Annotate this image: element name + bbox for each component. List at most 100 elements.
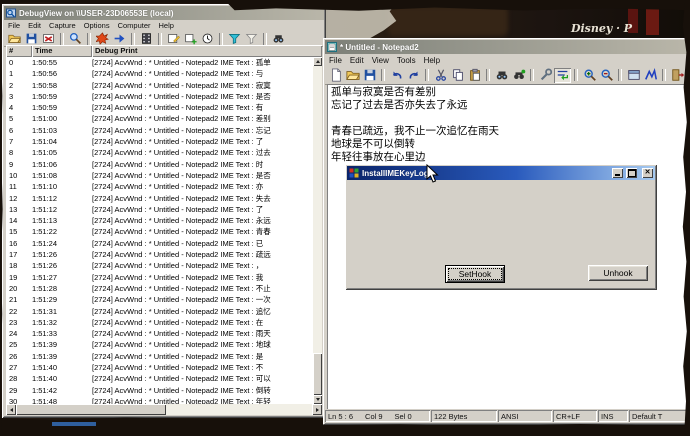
clock-icon[interactable] [199,31,216,46]
save-icon[interactable] [361,68,378,83]
maximize-icon[interactable] [626,168,637,178]
debug-log-row[interactable]: 61:51:03[2724] AcvWnd : * Untitled - Not… [6,125,313,136]
minimize-icon[interactable] [612,168,623,178]
status-mode[interactable]: INS [598,410,628,422]
status-scheme[interactable]: Default T [629,410,687,422]
debug-log-row[interactable]: 301:51:48[2724] AcvWnd : * Untitled - No… [6,396,313,404]
debug-log-row[interactable]: 291:51:42[2724] AcvWnd : * Untitled - No… [6,385,313,396]
open-icon[interactable] [344,68,361,83]
debug-log-row[interactable]: 51:51:00[2724] AcvWnd : * Untitled - Not… [6,113,313,124]
debug-log-row[interactable]: 181:51:26[2724] AcvWnd : * Untitled - No… [6,260,313,271]
scroll-up-icon[interactable] [313,57,322,66]
new-window-icon[interactable] [182,31,199,46]
menu-item-help[interactable]: Help [420,55,444,66]
menu-item-options[interactable]: Options [80,20,114,31]
debugview-vertical-scrollbar[interactable] [313,57,322,404]
debug-log-row[interactable]: 111:51:10[2724] AcvWnd : * Untitled - No… [6,181,313,192]
debug-log-row[interactable]: 201:51:28[2724] AcvWnd : * Untitled - No… [6,283,313,294]
paste-icon[interactable] [466,68,483,83]
debug-log-row[interactable]: 101:51:08[2724] AcvWnd : * Untitled - No… [6,170,313,181]
settings-icon[interactable] [625,68,642,83]
debug-log-row[interactable]: 241:51:33[2724] AcvWnd : * Untitled - No… [6,328,313,339]
save-icon[interactable] [23,31,40,46]
sethook-button[interactable]: SetHook [445,265,505,283]
debugview-horizontal-scrollbar[interactable] [6,404,322,415]
status-encoding[interactable]: ANSI [498,410,552,422]
replace-icon[interactable] [510,68,527,83]
unhook-button[interactable]: Unhook [588,265,648,281]
debug-log-row[interactable]: 121:51:12[2724] AcvWnd : * Untitled - No… [6,193,313,204]
scroll-down-icon[interactable] [313,395,322,404]
search-icon[interactable] [67,31,84,46]
highlight-icon[interactable] [243,31,260,46]
debug-log-row[interactable]: 231:51:32[2724] AcvWnd : * Untitled - No… [6,317,313,328]
scheme-icon[interactable] [642,68,659,83]
log-file-icon[interactable] [40,31,57,46]
debug-log-row[interactable]: 261:51:39[2724] AcvWnd : * Untitled - No… [6,351,313,362]
debug-log-row[interactable]: 141:51:13[2724] AcvWnd : * Untitled - No… [6,215,313,226]
capture-icon[interactable] [94,31,111,46]
dialog-titlebar[interactable]: InstallIMEKeyLog ✕ [347,166,655,180]
zoom-in-icon[interactable] [581,68,598,83]
menu-item-file[interactable]: File [4,20,24,31]
scroll-left-icon[interactable] [6,404,16,415]
edit-note-icon[interactable] [165,31,182,46]
menu-item-view[interactable]: View [368,55,393,66]
debug-log-row[interactable]: 171:51:26[2724] AcvWnd : * Untitled - No… [6,249,313,260]
horizontal-scroll-thumb[interactable] [16,404,166,415]
row-number: 18 [6,260,32,271]
debug-log-row[interactable]: 191:51:27[2724] AcvWnd : * Untitled - No… [6,272,313,283]
column-header-num[interactable]: # [6,45,32,57]
filter-icon[interactable] [226,31,243,46]
debug-log-row[interactable]: 211:51:29[2724] AcvWnd : * Untitled - No… [6,294,313,305]
wrench-icon[interactable] [537,68,554,83]
redo-icon[interactable] [405,68,422,83]
vertical-scroll-thumb[interactable] [313,353,322,395]
menu-item-file[interactable]: File [325,55,346,66]
menu-item-computer[interactable]: Computer [114,20,155,31]
boot-log-icon[interactable] [138,31,155,46]
menu-item-help[interactable]: Help [155,20,178,31]
autoscroll-icon[interactable] [111,31,128,46]
cut-icon[interactable] [432,68,449,83]
debug-log-row[interactable]: 91:51:06[2724] AcvWnd : * Untitled - Not… [6,159,313,170]
notepad2-titlebar[interactable]: * Untitled - Notepad2 [325,40,688,54]
close-icon[interactable]: ✕ [642,168,653,178]
debug-log-row[interactable]: 01:50:55[2724] AcvWnd : * Untitled - Not… [6,57,313,68]
debug-log-row[interactable]: 71:51:04[2724] AcvWnd : * Untitled - Not… [6,136,313,147]
debug-log-row[interactable]: 151:51:22[2724] AcvWnd : * Untitled - No… [6,226,313,237]
menu-item-capture[interactable]: Capture [45,20,80,31]
debug-log-row[interactable]: 281:51:40[2724] AcvWnd : * Untitled - No… [6,373,313,384]
menu-item-edit[interactable]: Edit [346,55,368,66]
row-debug-print: [2724] AcvWnd : * Untitled - Notepad2 IM… [92,283,313,294]
new-icon[interactable] [327,68,344,83]
word-wrap-icon[interactable] [554,68,571,83]
debug-log-row[interactable]: 221:51:31[2724] AcvWnd : * Untitled - No… [6,306,313,317]
open-icon[interactable] [6,31,23,46]
debug-log-row[interactable]: 31:50:59[2724] AcvWnd : * Untitled - Not… [6,91,313,102]
exit-icon[interactable] [669,68,686,83]
copy-icon[interactable] [449,68,466,83]
status-eol[interactable]: CR+LF [553,410,597,422]
scroll-right-icon[interactable] [312,404,322,415]
find-icon[interactable] [270,31,287,46]
debug-log-row[interactable]: 161:51:24[2724] AcvWnd : * Untitled - No… [6,238,313,249]
debug-log-row[interactable]: 81:51:05[2724] AcvWnd : * Untitled - Not… [6,147,313,158]
debugview-title: DebugView on \\USER-23D06553E (local) [19,9,174,18]
debug-log-row[interactable]: 271:51:40[2724] AcvWnd : * Untitled - No… [6,362,313,373]
row-debug-print: [2724] AcvWnd : * Untitled - Notepad2 IM… [92,181,313,192]
debug-log-row[interactable]: 41:50:59[2724] AcvWnd : * Untitled - Not… [6,102,313,113]
debug-log-row[interactable]: 21:50:58[2724] AcvWnd : * Untitled - Not… [6,80,313,91]
find-icon[interactable] [493,68,510,83]
row-debug-print: [2724] AcvWnd : * Untitled - Notepad2 IM… [92,385,313,396]
row-time: 1:51:06 [32,159,92,170]
debug-log-row[interactable]: 131:51:12[2724] AcvWnd : * Untitled - No… [6,204,313,215]
menu-item-edit[interactable]: Edit [24,20,45,31]
debug-log-row[interactable]: 251:51:39[2724] AcvWnd : * Untitled - No… [6,339,313,350]
column-header-time[interactable]: Time [32,45,92,57]
debug-log-row[interactable]: 11:50:56[2724] AcvWnd : * Untitled - Not… [6,68,313,79]
menu-item-tools[interactable]: Tools [393,55,420,66]
zoom-out-icon[interactable] [598,68,615,83]
column-header-print[interactable]: Debug Print [92,45,322,57]
undo-icon[interactable] [388,68,405,83]
